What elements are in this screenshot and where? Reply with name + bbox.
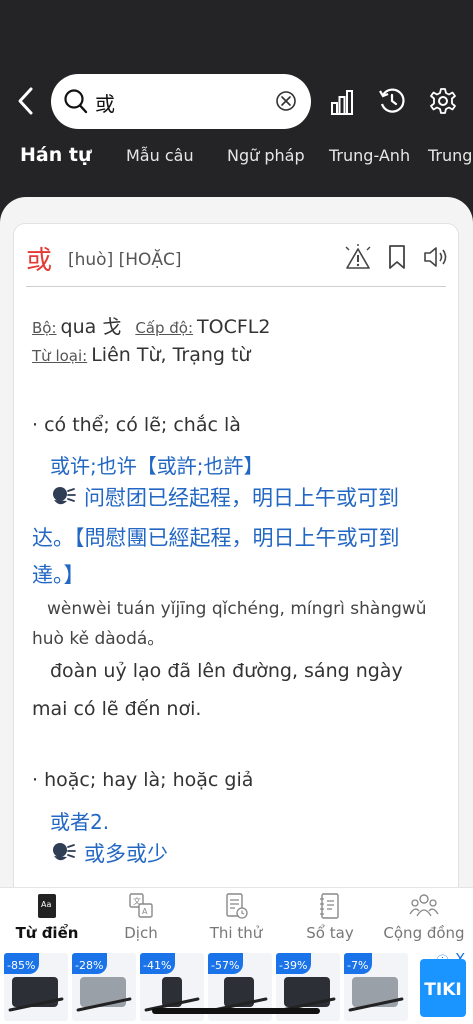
top-bar: 或 Hán tự Mẫu câu Ngữ pháp Trung-Anh Trun… bbox=[0, 0, 473, 210]
nav-cong-dong[interactable]: Cộng đồng bbox=[377, 892, 471, 942]
radical-label: Bộ: bbox=[32, 319, 57, 337]
example-zh-line-1[interactable]: 或多或少 bbox=[84, 842, 168, 866]
pos-row: Từ loại: Liên Từ, Trạng từ bbox=[32, 344, 250, 366]
ad-product[interactable]: -85% bbox=[4, 953, 68, 1021]
tab-trung-more[interactable]: Trung- bbox=[428, 146, 473, 165]
example-zh-line-3[interactable]: 達。】 bbox=[32, 557, 450, 594]
card-actions bbox=[344, 244, 448, 274]
svg-text:文: 文 bbox=[133, 896, 141, 906]
headword: 或 bbox=[26, 246, 53, 276]
radical-level-row: Bộ: qua 戈 Cấp độ: TOCFL2 bbox=[32, 312, 270, 339]
notebook-icon bbox=[320, 893, 339, 919]
tab-bar: Hán tự Mẫu câu Ngữ pháp Trung-Anh Trung- bbox=[0, 146, 473, 186]
bottom-nav: Aa Từ điển 文A Dịch Thi thử Sổ tay Cộng đ… bbox=[0, 887, 473, 951]
sense-1-translation: đoàn uỷ lạo đã lên đường, sáng ngày mai … bbox=[32, 660, 403, 720]
search-bar[interactable]: 或 bbox=[51, 74, 311, 129]
radical-value: qua 戈 bbox=[60, 316, 122, 338]
pos-label: Từ loại: bbox=[32, 347, 88, 365]
tab-trung-anh[interactable]: Trung-Anh bbox=[329, 146, 410, 165]
stats-icon[interactable] bbox=[328, 86, 356, 120]
tiki-logo[interactable]: TIKI bbox=[420, 959, 466, 1017]
nav-dich[interactable]: 文A Dịch bbox=[94, 892, 188, 942]
community-icon bbox=[409, 894, 439, 917]
nav-tu-dien[interactable]: Aa Từ điển bbox=[0, 892, 94, 942]
example-zh-line-1[interactable]: 问慰团已经起程，明日上午或可到 bbox=[84, 486, 399, 510]
tab-mau-cau[interactable]: Mẫu câu bbox=[126, 146, 194, 165]
content-sheet: 或 [huò] [HOẶC] Bộ: qua 戈 Cấp độ: TOCFL2 Từ … bbox=[0, 197, 473, 887]
report-icon[interactable] bbox=[344, 244, 372, 274]
nav-so-tay[interactable]: Sổ tay bbox=[283, 892, 377, 942]
pos-value: Liên Từ, Trạng từ bbox=[91, 344, 251, 366]
dictionary-icon: Aa bbox=[38, 894, 56, 918]
level-value: TOCFL2 bbox=[197, 316, 271, 338]
tab-ngu-phap[interactable]: Ngữ pháp bbox=[227, 146, 305, 165]
divider bbox=[26, 286, 446, 287]
clear-icon[interactable] bbox=[275, 90, 297, 116]
sense-1-example: 问慰团已经起程，明日上午或可到 达。【問慰團已經起程，明日上午或可到 達。】 bbox=[32, 480, 450, 594]
test-icon bbox=[226, 893, 248, 919]
speaker-icon[interactable] bbox=[422, 244, 448, 274]
back-arrow-icon[interactable] bbox=[14, 86, 40, 116]
svg-text:A: A bbox=[142, 907, 148, 916]
bookmark-icon[interactable] bbox=[387, 244, 407, 274]
translate-icon: 文A bbox=[129, 893, 153, 918]
search-input[interactable]: 或 bbox=[95, 88, 115, 117]
search-icon bbox=[63, 88, 89, 120]
ad-product[interactable]: -7% bbox=[344, 953, 408, 1021]
svg-text:Aa: Aa bbox=[41, 900, 51, 909]
example-speaker-icon[interactable] bbox=[50, 839, 76, 876]
entry-card: 或 [huò] [HOẶC] Bộ: qua 戈 Cấp độ: TOCFL2 Từ … bbox=[13, 223, 459, 887]
sense-2-example: 或多或少 bbox=[32, 836, 450, 876]
ad-product[interactable]: -28% bbox=[72, 953, 136, 1021]
level-label: Cấp độ: bbox=[135, 319, 194, 337]
reading: [huò] [HOẶC] bbox=[68, 250, 182, 270]
home-indicator bbox=[152, 1008, 320, 1014]
sense-1-meaning: · có thể; có lẽ; chắc là bbox=[32, 414, 241, 436]
sense-1-pinyin: wènwèi tuán yǐjīng qǐchéng, míngrì shàng… bbox=[32, 599, 427, 649]
example-zh-line-2[interactable]: 达。【問慰團已經起程，明日上午或可到 bbox=[32, 520, 450, 557]
sense-1-words[interactable]: 或许;也许【或許;也許】 bbox=[50, 450, 263, 479]
sense-2-meaning: · hoặc; hay là; hoặc giả bbox=[32, 769, 254, 791]
sense-2-words[interactable]: 或者2. bbox=[50, 806, 109, 835]
example-speaker-icon[interactable] bbox=[50, 483, 76, 520]
nav-thi-thu[interactable]: Thi thử bbox=[189, 892, 283, 942]
tab-han-tu[interactable]: Hán tự bbox=[20, 146, 91, 166]
gear-icon[interactable] bbox=[429, 86, 457, 120]
history-icon[interactable] bbox=[378, 86, 406, 120]
